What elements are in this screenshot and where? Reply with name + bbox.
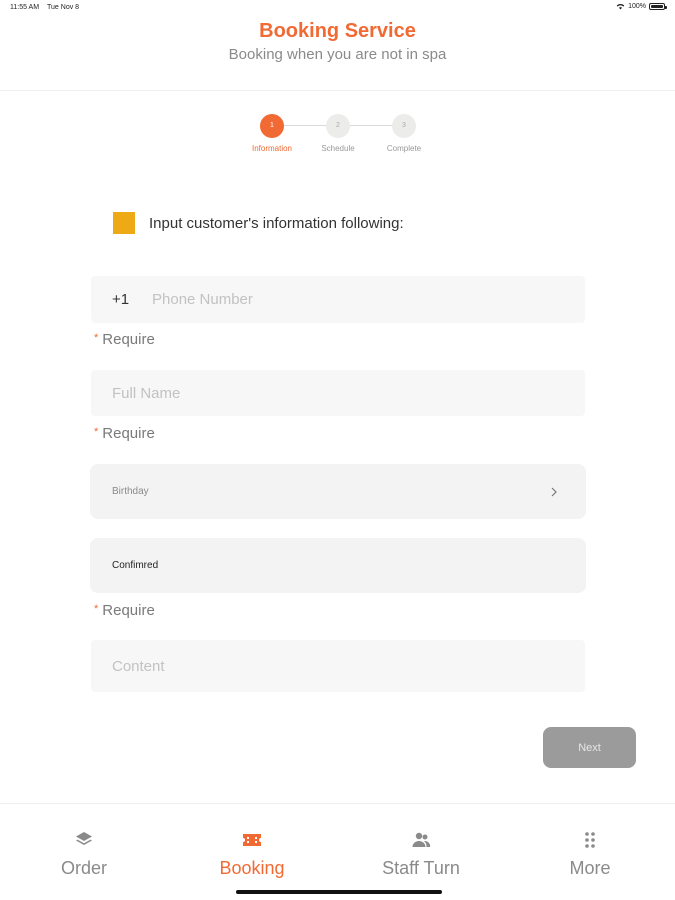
content-field[interactable]: Content [91, 640, 585, 692]
booking-service-screen: 11:55 AM Tue Nov 8 100% Booking Service … [0, 0, 675, 900]
birthday-label: Birthday [112, 486, 149, 497]
status-selector[interactable]: Confimred [90, 538, 586, 593]
status-time: 11:55 AM [10, 4, 40, 11]
layers-icon [76, 832, 92, 845]
booking-stepper: 1 Information 2 Schedule 3 Complete [0, 114, 675, 158]
bottom-tab-bar: Order Booking Staff Turn More [0, 803, 675, 900]
phone-input[interactable]: Phone Number [152, 291, 253, 308]
phone-field[interactable]: +1 Phone Number [91, 276, 585, 323]
dots-grid-icon [585, 832, 595, 848]
status-label: Confimred [112, 560, 159, 571]
header-divider [0, 90, 675, 91]
form-heading-text: Input customer's information following: [149, 214, 404, 232]
content-input[interactable]: Content [112, 658, 165, 675]
chevron-right-icon [551, 487, 557, 496]
tab-order[interactable]: Order [0, 830, 168, 879]
required-asterisk: * [94, 603, 99, 615]
required-asterisk: * [94, 426, 99, 438]
next-button[interactable]: Next [543, 727, 636, 768]
status-time-date: 11:55 AM Tue Nov 8 [10, 4, 79, 11]
full-name-require-note: * Require [94, 425, 155, 442]
step-number: 1 [260, 114, 284, 138]
full-name-field[interactable]: Full Name [91, 370, 585, 416]
step-schedule: 2 Schedule [308, 114, 368, 153]
full-name-input[interactable]: Full Name [112, 385, 180, 402]
section-marker [113, 212, 135, 234]
form-heading: Input customer's information following: [113, 212, 404, 234]
require-label: Require [102, 602, 155, 619]
tab-label: More [569, 858, 611, 878]
require-label: Require [102, 425, 155, 442]
battery-icon [649, 3, 667, 10]
birthday-selector[interactable]: Birthday [90, 464, 586, 519]
page-subtitle: Booking when you are not in spa [228, 46, 447, 63]
home-indicator [236, 890, 442, 894]
tab-booking[interactable]: Booking [168, 830, 336, 879]
status-bar: 11:55 AM Tue Nov 8 100% [0, 0, 675, 16]
step-label: Complete [386, 144, 422, 153]
country-code[interactable]: +1 [112, 291, 152, 308]
step-number: 2 [326, 114, 350, 138]
tab-label: Staff Turn [382, 858, 460, 878]
page-title: Booking Service [259, 20, 416, 42]
battery-percent: 100% [628, 3, 646, 10]
people-icon [412, 832, 431, 847]
tab-staff-turn[interactable]: Staff Turn [337, 830, 505, 879]
step-label: Information [251, 144, 293, 153]
step-label: Schedule [321, 144, 355, 153]
tab-label: Order [60, 858, 107, 878]
status-require-note: * Require [94, 602, 155, 619]
ticket-icon [243, 834, 261, 846]
status-date: Tue Nov 8 [47, 4, 80, 11]
phone-require-note: * Require [94, 331, 155, 348]
require-label: Require [102, 331, 155, 348]
required-asterisk: * [94, 332, 99, 344]
wifi-icon [616, 3, 625, 10]
tab-more[interactable]: More [506, 830, 674, 879]
status-indicators: 100% [616, 3, 667, 10]
page-header: Booking Service Booking when you are not… [0, 18, 675, 65]
step-number: 3 [392, 114, 416, 138]
tab-label: Booking [219, 858, 285, 878]
step-complete: 3 Complete [374, 114, 434, 153]
step-information: 1 Information [242, 114, 302, 153]
